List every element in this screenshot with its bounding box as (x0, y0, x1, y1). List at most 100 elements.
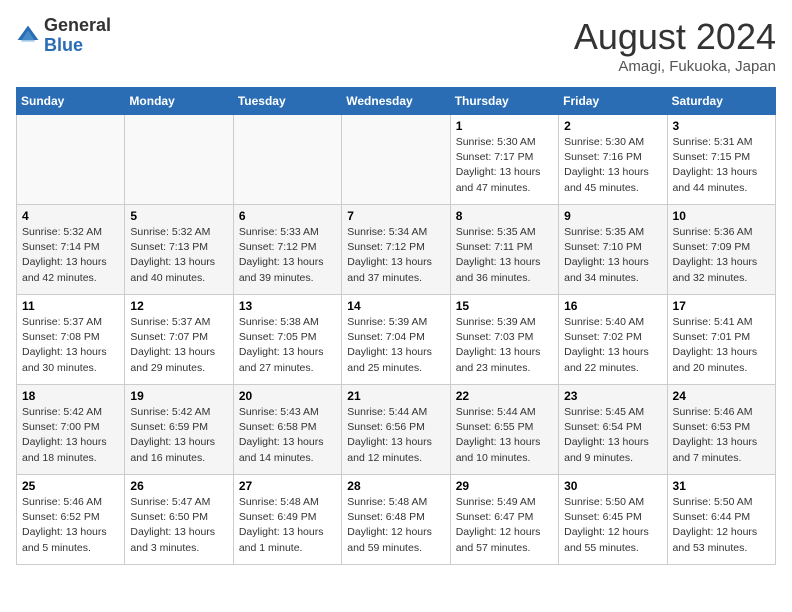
day-info: Sunrise: 5:43 AMSunset: 6:58 PMDaylight:… (239, 405, 336, 466)
calendar-week-row: 4 Sunrise: 5:32 AMSunset: 7:14 PMDaylight… (17, 205, 776, 295)
calendar-cell: 16Sunrise: 5:40 AMSunset: 7:02 PMDayligh… (559, 295, 667, 385)
calendar-week-row: 25 Sunrise: 5:46 AMSunset: 6:52 PMDayligh… (17, 475, 776, 565)
calendar-cell: 6 Sunrise: 5:33 AMSunset: 7:12 PMDaylight… (233, 205, 341, 295)
calendar-cell: 26 Sunrise: 5:47 AMSunset: 6:50 PMDayligh… (125, 475, 233, 565)
day-number: 5 (130, 209, 227, 223)
day-info: Sunrise: 5:36 AMSunset: 7:09 PMDaylight:… (673, 225, 770, 286)
calendar-cell: 11 Sunrise: 5:37 AMSunset: 7:08 PMDayligh… (17, 295, 125, 385)
calendar-cell: 28 Sunrise: 5:48 AMSunset: 6:48 PMDayligh… (342, 475, 450, 565)
day-info: Sunrise: 5:44 AMSunset: 6:55 PMDaylight:… (456, 405, 553, 466)
month-title: August 2024 (574, 16, 776, 58)
day-info: Sunrise: 5:35 AMSunset: 7:10 PMDaylight:… (564, 225, 661, 286)
calendar-cell: 5 Sunrise: 5:32 AMSunset: 7:13 PMDaylight… (125, 205, 233, 295)
calendar-cell: 24Sunrise: 5:46 AMSunset: 6:53 PMDayligh… (667, 385, 775, 475)
calendar-week-row: 11 Sunrise: 5:37 AMSunset: 7:08 PMDayligh… (17, 295, 776, 385)
calendar-week-row: 18 Sunrise: 5:42 AMSunset: 7:00 PMDayligh… (17, 385, 776, 475)
day-number: 6 (239, 209, 336, 223)
calendar-cell: 10 Sunrise: 5:36 AMSunset: 7:09 PMDayligh… (667, 205, 775, 295)
logo-general: General (44, 16, 111, 36)
day-info: Sunrise: 5:42 AMSunset: 7:00 PMDaylight:… (22, 405, 119, 466)
day-info: Sunrise: 5:34 AMSunset: 7:12 PMDaylight:… (347, 225, 444, 286)
calendar-cell (342, 115, 450, 205)
day-number: 26 (130, 479, 227, 493)
day-info: Sunrise: 5:31 AMSunset: 7:15 PMDaylight:… (673, 135, 770, 196)
title-block: August 2024 Amagi, Fukuoka, Japan (574, 16, 776, 75)
calendar-cell: 23Sunrise: 5:45 AMSunset: 6:54 PMDayligh… (559, 385, 667, 475)
day-info: Sunrise: 5:33 AMSunset: 7:12 PMDaylight:… (239, 225, 336, 286)
calendar-cell: 8Sunrise: 5:35 AMSunset: 7:11 PMDaylight… (450, 205, 558, 295)
day-number: 28 (347, 479, 444, 493)
calendar-cell (17, 115, 125, 205)
calendar-cell: 15 Sunrise: 5:39 AMSunset: 7:03 PMDayligh… (450, 295, 558, 385)
day-info: Sunrise: 5:32 AMSunset: 7:13 PMDaylight:… (130, 225, 227, 286)
calendar-cell: 31Sunrise: 5:50 AMSunset: 6:44 PMDayligh… (667, 475, 775, 565)
weekday-header: Sunday (17, 88, 125, 115)
day-info: Sunrise: 5:37 AMSunset: 7:08 PMDaylight:… (22, 315, 119, 376)
day-info: Sunrise: 5:38 AMSunset: 7:05 PMDaylight:… (239, 315, 336, 376)
day-info: Sunrise: 5:50 AMSunset: 6:45 PMDaylight:… (564, 495, 661, 556)
calendar-cell: 30Sunrise: 5:50 AMSunset: 6:45 PMDayligh… (559, 475, 667, 565)
calendar-cell: 3Sunrise: 5:31 AMSunset: 7:15 PMDaylight… (667, 115, 775, 205)
logo: General Blue (16, 16, 111, 56)
calendar-cell: 18 Sunrise: 5:42 AMSunset: 7:00 PMDayligh… (17, 385, 125, 475)
day-number: 9 (564, 209, 661, 223)
day-number: 7 (347, 209, 444, 223)
day-number: 23 (564, 389, 661, 403)
day-info: Sunrise: 5:44 AMSunset: 6:56 PMDaylight:… (347, 405, 444, 466)
day-number: 20 (239, 389, 336, 403)
calendar-cell: 1 Sunrise: 5:30 AMSunset: 7:17 PMDaylight… (450, 115, 558, 205)
day-info: Sunrise: 5:37 AMSunset: 7:07 PMDaylight:… (130, 315, 227, 376)
calendar-cell: 12 Sunrise: 5:37 AMSunset: 7:07 PMDayligh… (125, 295, 233, 385)
day-info: Sunrise: 5:39 AMSunset: 7:04 PMDaylight:… (347, 315, 444, 376)
day-number: 14 (347, 299, 444, 313)
day-number: 15 (456, 299, 553, 313)
day-number: 1 (456, 119, 553, 133)
day-number: 10 (673, 209, 770, 223)
calendar-cell: 17 Sunrise: 5:41 AMSunset: 7:01 PMDayligh… (667, 295, 775, 385)
calendar-cell: 13 Sunrise: 5:38 AMSunset: 7:05 PMDayligh… (233, 295, 341, 385)
day-number: 2 (564, 119, 661, 133)
day-info: Sunrise: 5:32 AMSunset: 7:14 PMDaylight:… (22, 225, 119, 286)
day-number: 22 (456, 389, 553, 403)
calendar-cell: 14 Sunrise: 5:39 AMSunset: 7:04 PMDayligh… (342, 295, 450, 385)
weekday-header: Monday (125, 88, 233, 115)
weekday-header: Tuesday (233, 88, 341, 115)
calendar-cell: 21Sunrise: 5:44 AMSunset: 6:56 PMDayligh… (342, 385, 450, 475)
weekday-header: Wednesday (342, 88, 450, 115)
day-number: 27 (239, 479, 336, 493)
day-info: Sunrise: 5:41 AMSunset: 7:01 PMDaylight:… (673, 315, 770, 376)
weekday-header: Thursday (450, 88, 558, 115)
weekday-header: Friday (559, 88, 667, 115)
day-info: Sunrise: 5:48 AMSunset: 6:48 PMDaylight:… (347, 495, 444, 556)
day-number: 13 (239, 299, 336, 313)
calendar-cell: 22 Sunrise: 5:44 AMSunset: 6:55 PMDayligh… (450, 385, 558, 475)
calendar-cell (233, 115, 341, 205)
logo-blue: Blue (44, 36, 111, 56)
location: Amagi, Fukuoka, Japan (574, 58, 776, 75)
day-info: Sunrise: 5:50 AMSunset: 6:44 PMDaylight:… (673, 495, 770, 556)
calendar-cell: 19Sunrise: 5:42 AMSunset: 6:59 PMDayligh… (125, 385, 233, 475)
day-number: 4 (22, 209, 119, 223)
day-info: Sunrise: 5:46 AMSunset: 6:53 PMDaylight:… (673, 405, 770, 466)
calendar-cell: 4 Sunrise: 5:32 AMSunset: 7:14 PMDaylight… (17, 205, 125, 295)
logo-icon (16, 24, 40, 48)
calendar-cell: 25 Sunrise: 5:46 AMSunset: 6:52 PMDayligh… (17, 475, 125, 565)
day-number: 17 (673, 299, 770, 313)
day-number: 25 (22, 479, 119, 493)
day-info: Sunrise: 5:39 AMSunset: 7:03 PMDaylight:… (456, 315, 553, 376)
day-info: Sunrise: 5:40 AMSunset: 7:02 PMDaylight:… (564, 315, 661, 376)
calendar-week-row: 1 Sunrise: 5:30 AMSunset: 7:17 PMDaylight… (17, 115, 776, 205)
calendar-cell: 29Sunrise: 5:49 AMSunset: 6:47 PMDayligh… (450, 475, 558, 565)
day-info: Sunrise: 5:47 AMSunset: 6:50 PMDaylight:… (130, 495, 227, 556)
page-header: General Blue August 2024 Amagi, Fukuoka,… (16, 16, 776, 75)
day-info: Sunrise: 5:30 AMSunset: 7:17 PMDaylight:… (456, 135, 553, 196)
day-number: 11 (22, 299, 119, 313)
calendar-table: SundayMondayTuesdayWednesdayThursdayFrid… (16, 87, 776, 565)
day-info: Sunrise: 5:42 AMSunset: 6:59 PMDaylight:… (130, 405, 227, 466)
day-info: Sunrise: 5:48 AMSunset: 6:49 PMDaylight:… (239, 495, 336, 556)
calendar-cell: 7 Sunrise: 5:34 AMSunset: 7:12 PMDaylight… (342, 205, 450, 295)
day-number: 12 (130, 299, 227, 313)
calendar-cell: 9 Sunrise: 5:35 AMSunset: 7:10 PMDaylight… (559, 205, 667, 295)
day-info: Sunrise: 5:46 AMSunset: 6:52 PMDaylight:… (22, 495, 119, 556)
day-number: 18 (22, 389, 119, 403)
